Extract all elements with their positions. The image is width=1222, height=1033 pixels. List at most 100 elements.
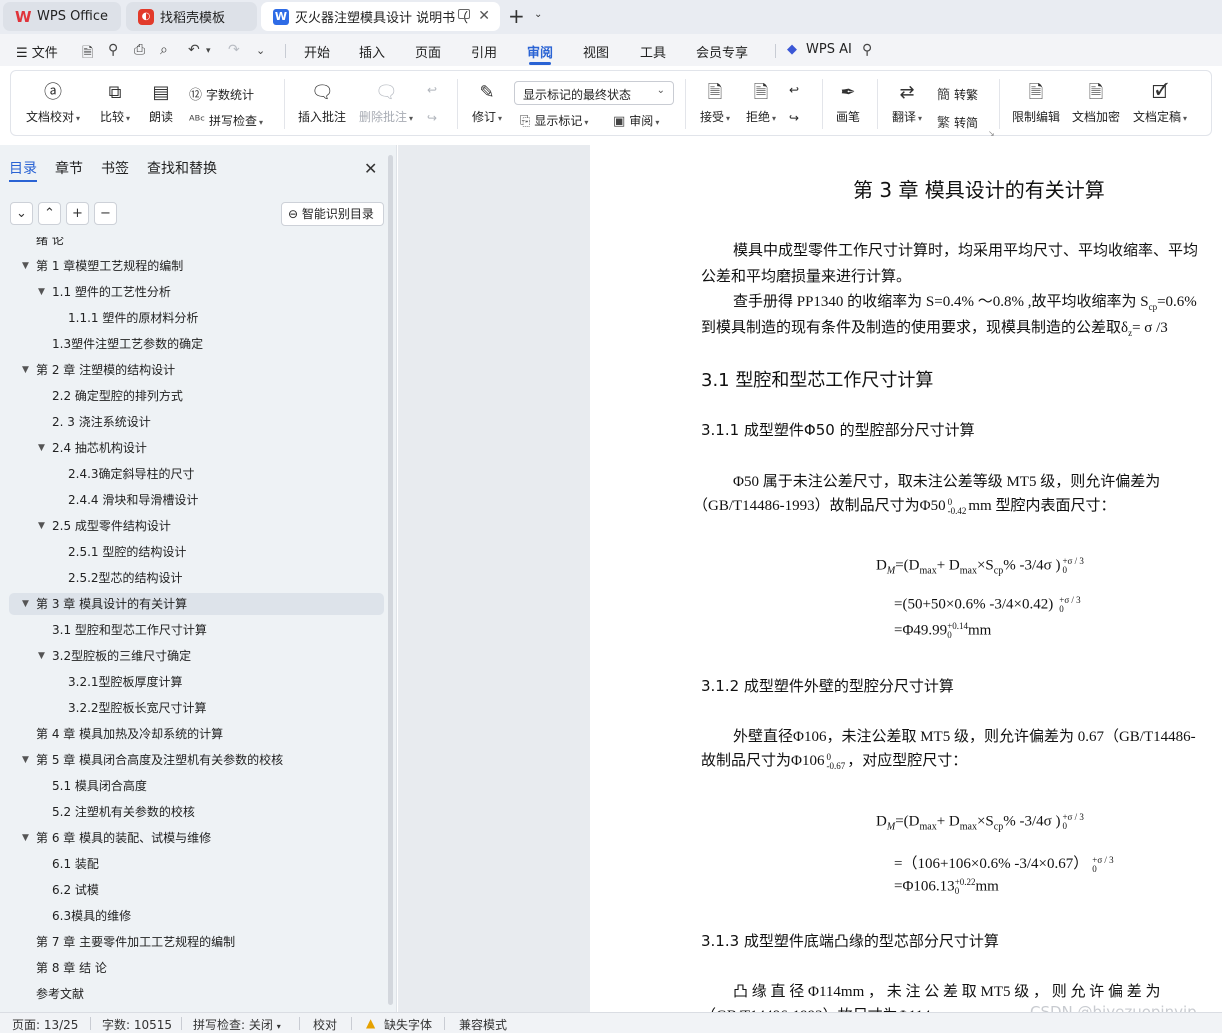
expand-triangle-icon[interactable]: ▼	[22, 827, 29, 849]
proofread-button[interactable]: 校对	[313, 1016, 337, 1033]
tab-toc[interactable]: 目录	[9, 158, 37, 182]
toc-item[interactable]: ▼ 2.5 成型零件结构设计	[0, 515, 386, 537]
more-icon[interactable]: ⌄	[256, 44, 265, 57]
toc-item[interactable]: 2.5.1 型腔的结构设计	[0, 541, 386, 563]
spell-check-toggle[interactable]: 拼写检查: 关闭 ▾	[193, 1016, 281, 1033]
tab-wps-office[interactable]: W WPS Office	[3, 2, 121, 31]
toc-item[interactable]: 绪 论	[0, 237, 386, 251]
toc-item[interactable]: 5.1 模具闭合高度	[0, 775, 386, 797]
finalize-button[interactable]: 🗹 文档定稿 ▾	[1129, 82, 1191, 125]
toc-item[interactable]: ▼ 第 5 章 模具闭合高度及注塑机有关参数的校核	[0, 749, 386, 771]
file-menu[interactable]: ☰ 文件	[16, 42, 58, 61]
close-icon[interactable]: ✕	[364, 159, 377, 178]
toc-item[interactable]: 第 4 章 模具加热及冷却系统的计算	[0, 723, 386, 745]
undo-icon[interactable]: ↶	[188, 42, 200, 58]
menu-vip[interactable]: 会员专享	[696, 42, 748, 61]
new-tab-button[interactable]: +	[508, 5, 525, 27]
undo-dropdown-icon[interactable]: ▾	[206, 46, 211, 56]
previous-change-icon[interactable]: ↩	[789, 83, 799, 97]
group-expand-icon[interactable]: ↘	[988, 129, 995, 138]
track-changes-button[interactable]: ✎ 修订 ▾	[467, 82, 507, 125]
compare-button[interactable]: ⧉ 比较 ▾	[95, 82, 135, 125]
toc-item[interactable]: 2. 3 浇注系统设计	[0, 411, 386, 433]
close-tab-icon[interactable]: ✕	[478, 8, 490, 24]
tab-document[interactable]: W 灭火器注塑模具设计 说明书（ ✕	[261, 2, 500, 31]
toc-item[interactable]: ▼ 1.1 塑件的工艺性分析	[0, 281, 386, 303]
toc-item[interactable]: 第 7 章 主要零件加工工艺规程的编制	[0, 931, 386, 953]
toc-item[interactable]: 3.2.1型腔板厚度计算	[0, 671, 386, 693]
share-icon[interactable]: ⚲	[108, 42, 118, 58]
toc-item[interactable]: 6.1 装配	[0, 853, 386, 875]
expand-down-button[interactable]: ⌄	[10, 202, 33, 225]
print-icon[interactable]: ⎙	[134, 42, 145, 58]
expand-triangle-icon[interactable]: ▼	[22, 749, 29, 771]
review-pane-button[interactable]: ▣ 审阅 ▾	[613, 112, 659, 129]
toc-item[interactable]: ▼ 第 6 章 模具的装配、试模与维修	[0, 827, 386, 849]
show-markup-button[interactable]: ⎘ 显示标记 ▾	[520, 112, 588, 129]
next-change-icon[interactable]: ↪	[789, 111, 799, 125]
expand-up-button[interactable]: ⌃	[38, 202, 61, 225]
expand-triangle-icon[interactable]: ▼	[38, 437, 45, 459]
read-aloud-button[interactable]: ▤ 朗读	[145, 82, 177, 125]
insert-comment-button[interactable]: 🗨 插入批注	[295, 82, 349, 125]
expand-triangle-icon[interactable]: ▼	[22, 593, 29, 615]
toc-item[interactable]: ▼ 2.4 抽芯机构设计	[0, 437, 386, 459]
word-count-indicator[interactable]: 字数: 10515	[102, 1016, 172, 1033]
accept-button[interactable]: 🗎 接受 ▾	[695, 82, 735, 125]
document-page[interactable]: 第 3 章 模具设计的有关计算 模具中成型零件工作尺寸计算时，均采用平均尺寸、平…	[590, 145, 1222, 1012]
toc-item[interactable]: 1.3塑件注塑工艺参数的确定	[0, 333, 386, 355]
menu-insert[interactable]: 插入	[359, 42, 385, 61]
toc-item[interactable]: ▼ 第 2 章 注塑模的结构设计	[0, 359, 386, 381]
tab-chapters[interactable]: 章节	[55, 158, 83, 178]
add-heading-button[interactable]: +	[66, 202, 89, 225]
page-indicator[interactable]: 页面: 13/25	[12, 1016, 78, 1033]
markup-state-select[interactable]: 显示标记的最终状态 ⌄	[514, 81, 674, 105]
to-traditional-button[interactable]: 簡转繁	[937, 84, 978, 103]
word-count-button[interactable]: ⑫ 字数统计	[189, 84, 254, 103]
menu-page[interactable]: 页面	[415, 42, 441, 61]
monitor-icon[interactable]	[458, 9, 470, 19]
expand-triangle-icon[interactable]: ▼	[22, 359, 29, 381]
search-icon[interactable]: ⚲	[862, 42, 872, 58]
encrypt-button[interactable]: 🗎 文档加密	[1069, 82, 1123, 125]
tab-find-replace[interactable]: 查找和替换	[147, 158, 217, 178]
spell-check-button[interactable]: ᴬᴮᶜ 拼写检查 ▾	[189, 112, 263, 129]
tab-templates[interactable]: ◐ 找稻壳模板	[126, 2, 257, 31]
nav-scrollbar[interactable]	[388, 155, 393, 1005]
expand-triangle-icon[interactable]: ▼	[22, 255, 29, 277]
toc-item[interactable]: ▼ 第 1 章模塑工艺规程的编制	[0, 255, 386, 277]
toc-item[interactable]: 3.2.2型腔板长宽尺寸计算	[0, 697, 386, 719]
toc-item[interactable]: 5.2 注塑机有关参数的校核	[0, 801, 386, 823]
toc-item[interactable]: 6.3模具的维修	[0, 905, 386, 927]
toc-item[interactable]: 参考文献	[0, 983, 386, 1005]
toc-item[interactable]: 2.4.3确定斜导柱的尺寸	[0, 463, 386, 485]
menu-review[interactable]: 审阅	[527, 42, 553, 65]
menu-start[interactable]: 开始	[304, 42, 330, 61]
remove-heading-button[interactable]: −	[94, 202, 117, 225]
toc-item[interactable]: 1.1.1 塑件的原材料分析	[0, 307, 386, 329]
doc-check-button[interactable]: ⓐ 文档校对 ▾	[25, 82, 81, 125]
menu-reference[interactable]: 引用	[471, 42, 497, 61]
translate-button[interactable]: ⇄ 翻译 ▾	[887, 82, 927, 125]
toc-item[interactable]: ▼ 3.2型腔板的三维尺寸确定	[0, 645, 386, 667]
toc-item[interactable]: 2.4.4 滑块和导滑槽设计	[0, 489, 386, 511]
expand-triangle-icon[interactable]: ▼	[38, 645, 45, 667]
menu-view[interactable]: 视图	[583, 42, 609, 61]
toc-item[interactable]: 第 8 章 结 论	[0, 957, 386, 979]
print-preview-icon[interactable]: ⌕	[160, 42, 168, 58]
smart-toc-button[interactable]: ⊖ 智能识别目录	[281, 202, 384, 226]
chevron-down-icon[interactable]: ⌄	[534, 9, 542, 20]
toc-item[interactable]: 2.5.2型芯的结构设计	[0, 567, 386, 589]
pen-button[interactable]: ✒ 画笔	[832, 82, 864, 125]
tab-bookmarks[interactable]: 书签	[101, 158, 129, 178]
restrict-edit-button[interactable]: 🗎 限制编辑	[1009, 82, 1063, 125]
expand-triangle-icon[interactable]: ▼	[38, 515, 45, 537]
expand-triangle-icon[interactable]: ▼	[38, 281, 45, 303]
menu-tools[interactable]: 工具	[640, 42, 666, 61]
reject-button[interactable]: 🗎 拒绝 ▾	[741, 82, 781, 125]
toc-item[interactable]: ▼ 第 3 章 模具设计的有关计算	[9, 593, 384, 615]
toc-item[interactable]: 6.2 试模	[0, 879, 386, 901]
save-icon[interactable]: 🗎	[82, 42, 93, 66]
to-simplified-button[interactable]: 繁转简	[937, 112, 978, 131]
toc-item[interactable]: 3.1 型腔和型芯工作尺寸计算	[0, 619, 386, 641]
